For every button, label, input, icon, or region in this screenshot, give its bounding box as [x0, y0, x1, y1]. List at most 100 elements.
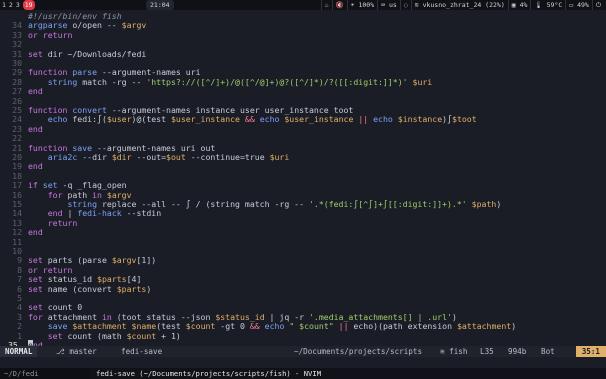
- code-text: string match -rg -- 'https?://([^/]+)/@(…: [28, 76, 433, 87]
- tray-item[interactable]: ▣ 4%: [507, 0, 531, 10]
- git-branch: ⎇ master: [56, 347, 97, 356]
- taskbar: ~/D/fedi fedi-save (~/Documents/projects…: [0, 368, 606, 379]
- code-token: $argv: [121, 20, 147, 31]
- filetype: ≋ fish: [440, 346, 467, 357]
- code-token: fedi:∫(: [67, 114, 107, 125]
- code-text: end: [28, 86, 43, 97]
- code-token: return: [42, 29, 73, 40]
- code-line[interactable]: 5: [0, 293, 606, 303]
- fish-icon: ≋: [440, 347, 445, 356]
- system-tray: ♨ 🔇 ☀ 100% ⌨ us ◌ ≋ vkusno_zhrat_24 (22%) ▣ 4%…: [320, 0, 604, 10]
- code-line[interactable]: 23 end: [0, 124, 606, 134]
- code-token: ||: [338, 321, 349, 332]
- code-line[interactable]: 24 echo fedi:∫($user)@(test $user_instan…: [0, 114, 606, 125]
- editor-buffer[interactable]: #!/usr/bin/env fish 34 argparse o/open -- …: [0, 11, 606, 350]
- clock[interactable]: 21:04: [146, 0, 174, 10]
- code-token: set: [28, 48, 43, 59]
- code-line[interactable]: 28 string match -rg -- 'https?://([^/]+)…: [0, 76, 606, 87]
- git-branch-label: master: [69, 347, 97, 356]
- code-token: $uri: [269, 152, 290, 162]
- code-token: $out: [166, 152, 186, 162]
- filetype-label: fish: [449, 347, 468, 356]
- taskbar-item[interactable]: ~/D/fedi: [4, 368, 39, 379]
- code-token: echo: [264, 321, 285, 332]
- code-line[interactable]: 6 set name (convert $parts): [0, 283, 606, 294]
- code-token: $dir: [111, 152, 132, 162]
- code-token: &&: [244, 114, 255, 125]
- tray-item[interactable]: ☀ 100%: [346, 0, 378, 10]
- code-token: match -rg --: [77, 76, 147, 87]
- code-text: end: [28, 227, 43, 237]
- code-text: or return: [28, 29, 73, 40]
- code-text: set count (math $count + 1): [28, 330, 181, 341]
- code-token: $parts: [116, 283, 147, 294]
- code-token: )@(test: [131, 114, 171, 125]
- code-token: set: [47, 330, 63, 341]
- tray-item[interactable]: ▭ 49%: [565, 0, 592, 10]
- code-line[interactable]: 34 argparse o/open -- $argv: [0, 20, 606, 31]
- code-line[interactable]: 33 or return: [0, 29, 606, 40]
- code-token: )∫: [442, 114, 453, 125]
- code-token: $count: [185, 321, 216, 332]
- top-status-bar: 1 2 3 19 21:04 ♨ 🔇 ☀ 100% ⌨ us ◌ ≋ vkusno_zhrat_…: [0, 0, 606, 10]
- window-title: fedi-save (~/Documents/projects/scripts/…: [90, 368, 606, 379]
- code-line[interactable]: 31 set dir ~/Downloads/fedi: [0, 48, 606, 59]
- code-token: $uri: [412, 76, 433, 87]
- code-token: --out=: [131, 152, 167, 162]
- tray-item[interactable]: 🌡 59°C: [530, 0, 565, 10]
- workspace-1[interactable]: 1: [2, 0, 6, 10]
- workspace-3[interactable]: 3: [16, 0, 20, 10]
- mode-indicator: NORMAL: [0, 346, 38, 357]
- tray-item[interactable]: ⌨ us: [377, 0, 400, 10]
- code-token: end: [28, 86, 43, 97]
- code-token: name (convert: [42, 283, 117, 294]
- code-token: ): [146, 283, 152, 294]
- code-line[interactable]: 20 aria2c --dir $dir --out=$out --contin…: [0, 152, 606, 162]
- tray-item-label: 49%: [573, 1, 589, 9]
- cursor-position: 35:1: [575, 346, 606, 357]
- code-line[interactable]: 1 set count (math $count + 1): [0, 330, 606, 341]
- code-token: + 1): [156, 330, 181, 341]
- code-text: aria2c --dir $dir --out=$out --continue=…: [28, 152, 290, 162]
- code-line[interactable]: 19 end: [0, 161, 606, 171]
- file-size: 994b: [508, 347, 527, 356]
- code-text: set dir ~/Downloads/fedi: [28, 48, 147, 59]
- tray-item[interactable]: ≋ vkusno_zhrat_24 (22%): [410, 0, 508, 10]
- code-line[interactable]: 11: [0, 237, 606, 247]
- code-token: return: [47, 217, 78, 228]
- code-line[interactable]: 13 return: [0, 217, 606, 228]
- workspace-2[interactable]: 2: [9, 0, 13, 10]
- code-token: [1]): [136, 255, 157, 266]
- power-icon: ⏻: [595, 1, 601, 9]
- code-token: &&: [249, 321, 260, 332]
- tray-item[interactable]: 🔇: [331, 0, 347, 10]
- code-token: echo: [47, 114, 68, 125]
- tray-item[interactable]: ♨: [320, 0, 332, 10]
- code-token: echo: [373, 114, 393, 125]
- code-token: fedi-hack: [77, 208, 122, 219]
- code-token: ||: [358, 114, 369, 125]
- code-line[interactable]: 27 end: [0, 86, 606, 97]
- code-token: $path: [471, 199, 497, 209]
- tray-item-label: vkusno_zhrat_24 (22%): [418, 1, 505, 9]
- tray-item-label: 4%: [515, 1, 528, 9]
- code-token: $count: [126, 330, 157, 341]
- code-token: $user: [106, 114, 132, 125]
- code-line[interactable]: 9 set parts (parse $argv[1]): [0, 255, 606, 266]
- code-token: $instance: [397, 114, 443, 125]
- code-token: $toot: [452, 114, 477, 125]
- code-token: echo)(path extension: [348, 321, 457, 332]
- temperature-icon: 🌡: [534, 1, 543, 9]
- code-line[interactable]: 12 end: [0, 227, 606, 237]
- workspace-19[interactable]: 19: [22, 0, 35, 10]
- tray-item[interactable]: ⏻: [591, 0, 604, 10]
- code-line[interactable]: 14 end | fedi-hack --stdin: [0, 208, 606, 219]
- tray-item[interactable]: ◌: [399, 0, 411, 10]
- code-token: ): [496, 199, 502, 209]
- code-token: dir ~/Downloads/fedi: [42, 48, 147, 59]
- statusline: NORMAL ⎇ master fedi-save ~/Documents/pr…: [0, 346, 606, 357]
- code-token: or: [28, 29, 38, 40]
- command-line[interactable]: [0, 357, 606, 367]
- code-token: $argv: [111, 255, 137, 266]
- file-name: fedi-save: [121, 347, 163, 356]
